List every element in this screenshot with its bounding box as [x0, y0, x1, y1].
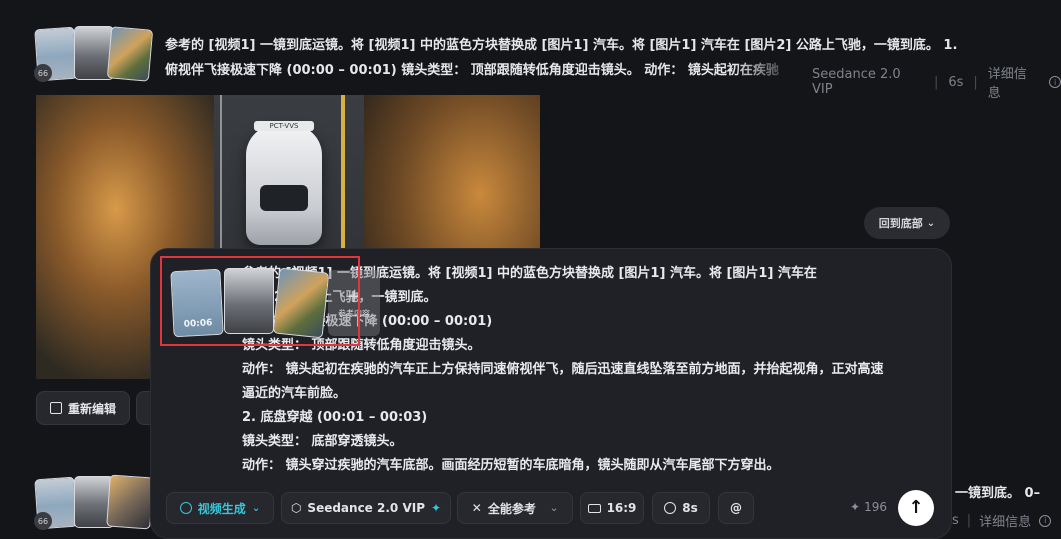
quote-badge: 66 [34, 64, 52, 82]
scroll-bottom-label: 回到底部 [878, 217, 923, 230]
task2-details-link[interactable]: 详细信息 [979, 511, 1031, 530]
task2-prompt-tail: 一镜到底。 0– [955, 486, 1041, 501]
chevron-down-icon: ⌄ [251, 502, 261, 514]
send-button[interactable]: ↑ [898, 490, 934, 526]
task2-duration-tail: s [952, 513, 959, 528]
re-edit-button[interactable]: 重新编辑 [36, 391, 130, 425]
composer-line: 动作： 镜头起初在疾驰的汽车正上方保持同速俯视伴飞，随后迅速直线坠落至前方地面，… [242, 362, 884, 377]
task1-reference-thumbs[interactable]: 66 [34, 26, 154, 84]
task1-details-link[interactable]: 详细信息 [988, 63, 1039, 101]
composer-line: 逼近的汽车前脸。 [242, 386, 347, 401]
task1-duration: 6s [948, 74, 964, 90]
car-wing: PCT-VVS [254, 121, 314, 131]
video-gen-icon [179, 502, 192, 514]
mode-select[interactable]: 视频生成 ⌄ [166, 492, 274, 524]
duration-select[interactable]: 8s [652, 492, 710, 524]
clock-icon [664, 502, 677, 514]
task2-meta: s | 详细信息 i [952, 511, 1052, 530]
sparkle-icon: ✦ [430, 501, 442, 515]
edit-icon [49, 402, 62, 414]
composer-line: 2. 底盘穿越 (00:01 – 00:03) [242, 410, 428, 425]
sparkle-icon: ✦ [850, 500, 861, 514]
car: PCT-VVS [246, 121, 322, 245]
composer-line: 动作： 镜头穿过疾驰的汽车底部。画面经历短暂的车底暗角，镜头随即从汽车尾部下方穿… [242, 458, 780, 473]
highlight-selection-box [160, 256, 360, 346]
model-select[interactable]: ⬡ Seedance 2.0 VIP ✦ [281, 492, 451, 524]
composer-line: 镜头类型： 底部穿透镜头。 [242, 434, 403, 449]
info-icon[interactable]: i [1039, 514, 1052, 527]
model-label: Seedance 2.0 VIP [307, 501, 425, 515]
quote-badge: 66 [34, 512, 52, 530]
double-chevron-down-icon: ⌄ [926, 217, 936, 229]
task1-meta: Seedance 2.0 VIP | 6s | 详细信息 i [812, 63, 1061, 101]
chevron-down-icon: ⌄ [549, 502, 559, 514]
mode-label: 视频生成 [197, 501, 246, 516]
reference-mode-select[interactable]: ✕ 全能参考 ⌄ [457, 492, 573, 524]
credits-indicator: ✦ 196 [850, 500, 887, 514]
magic-icon: ✕ [471, 501, 482, 515]
task1-model: Seedance 2.0 VIP [812, 67, 901, 97]
mention-label: @ [730, 501, 742, 515]
ratio-icon [587, 503, 601, 513]
road-reference-thumb [106, 474, 154, 530]
scroll-to-bottom-button[interactable]: 回到底部 ⌄ [864, 207, 950, 239]
task2-reference-thumbs[interactable]: 66 [34, 474, 154, 532]
task1-prompt-line1: 参考的 [视频1] 一镜到底运镜。将 [视频1] 中的蓝色方块替换成 [图片1]… [165, 38, 958, 53]
ratio-label: 16:9 [606, 501, 637, 515]
duration-label: 8s [682, 501, 698, 515]
arrow-up-icon: ↑ [908, 497, 924, 518]
coast-reference-thumb [106, 26, 154, 82]
credits-value: 196 [864, 500, 887, 514]
cube-icon: ⬡ [290, 501, 302, 515]
reference-mode-label: 全能参考 [487, 501, 536, 516]
task1-prompt-line2: 俯视伴飞接极速下降 (00:00 – 00:01) 镜头类型： 顶部跟随转低角度… [165, 63, 779, 78]
car-windshield [260, 185, 308, 211]
info-icon[interactable]: i [1049, 76, 1061, 88]
aspect-ratio-select[interactable]: 16:9 [580, 492, 644, 524]
re-edit-label: 重新编辑 [67, 401, 116, 416]
mention-button[interactable]: @ [718, 492, 754, 524]
